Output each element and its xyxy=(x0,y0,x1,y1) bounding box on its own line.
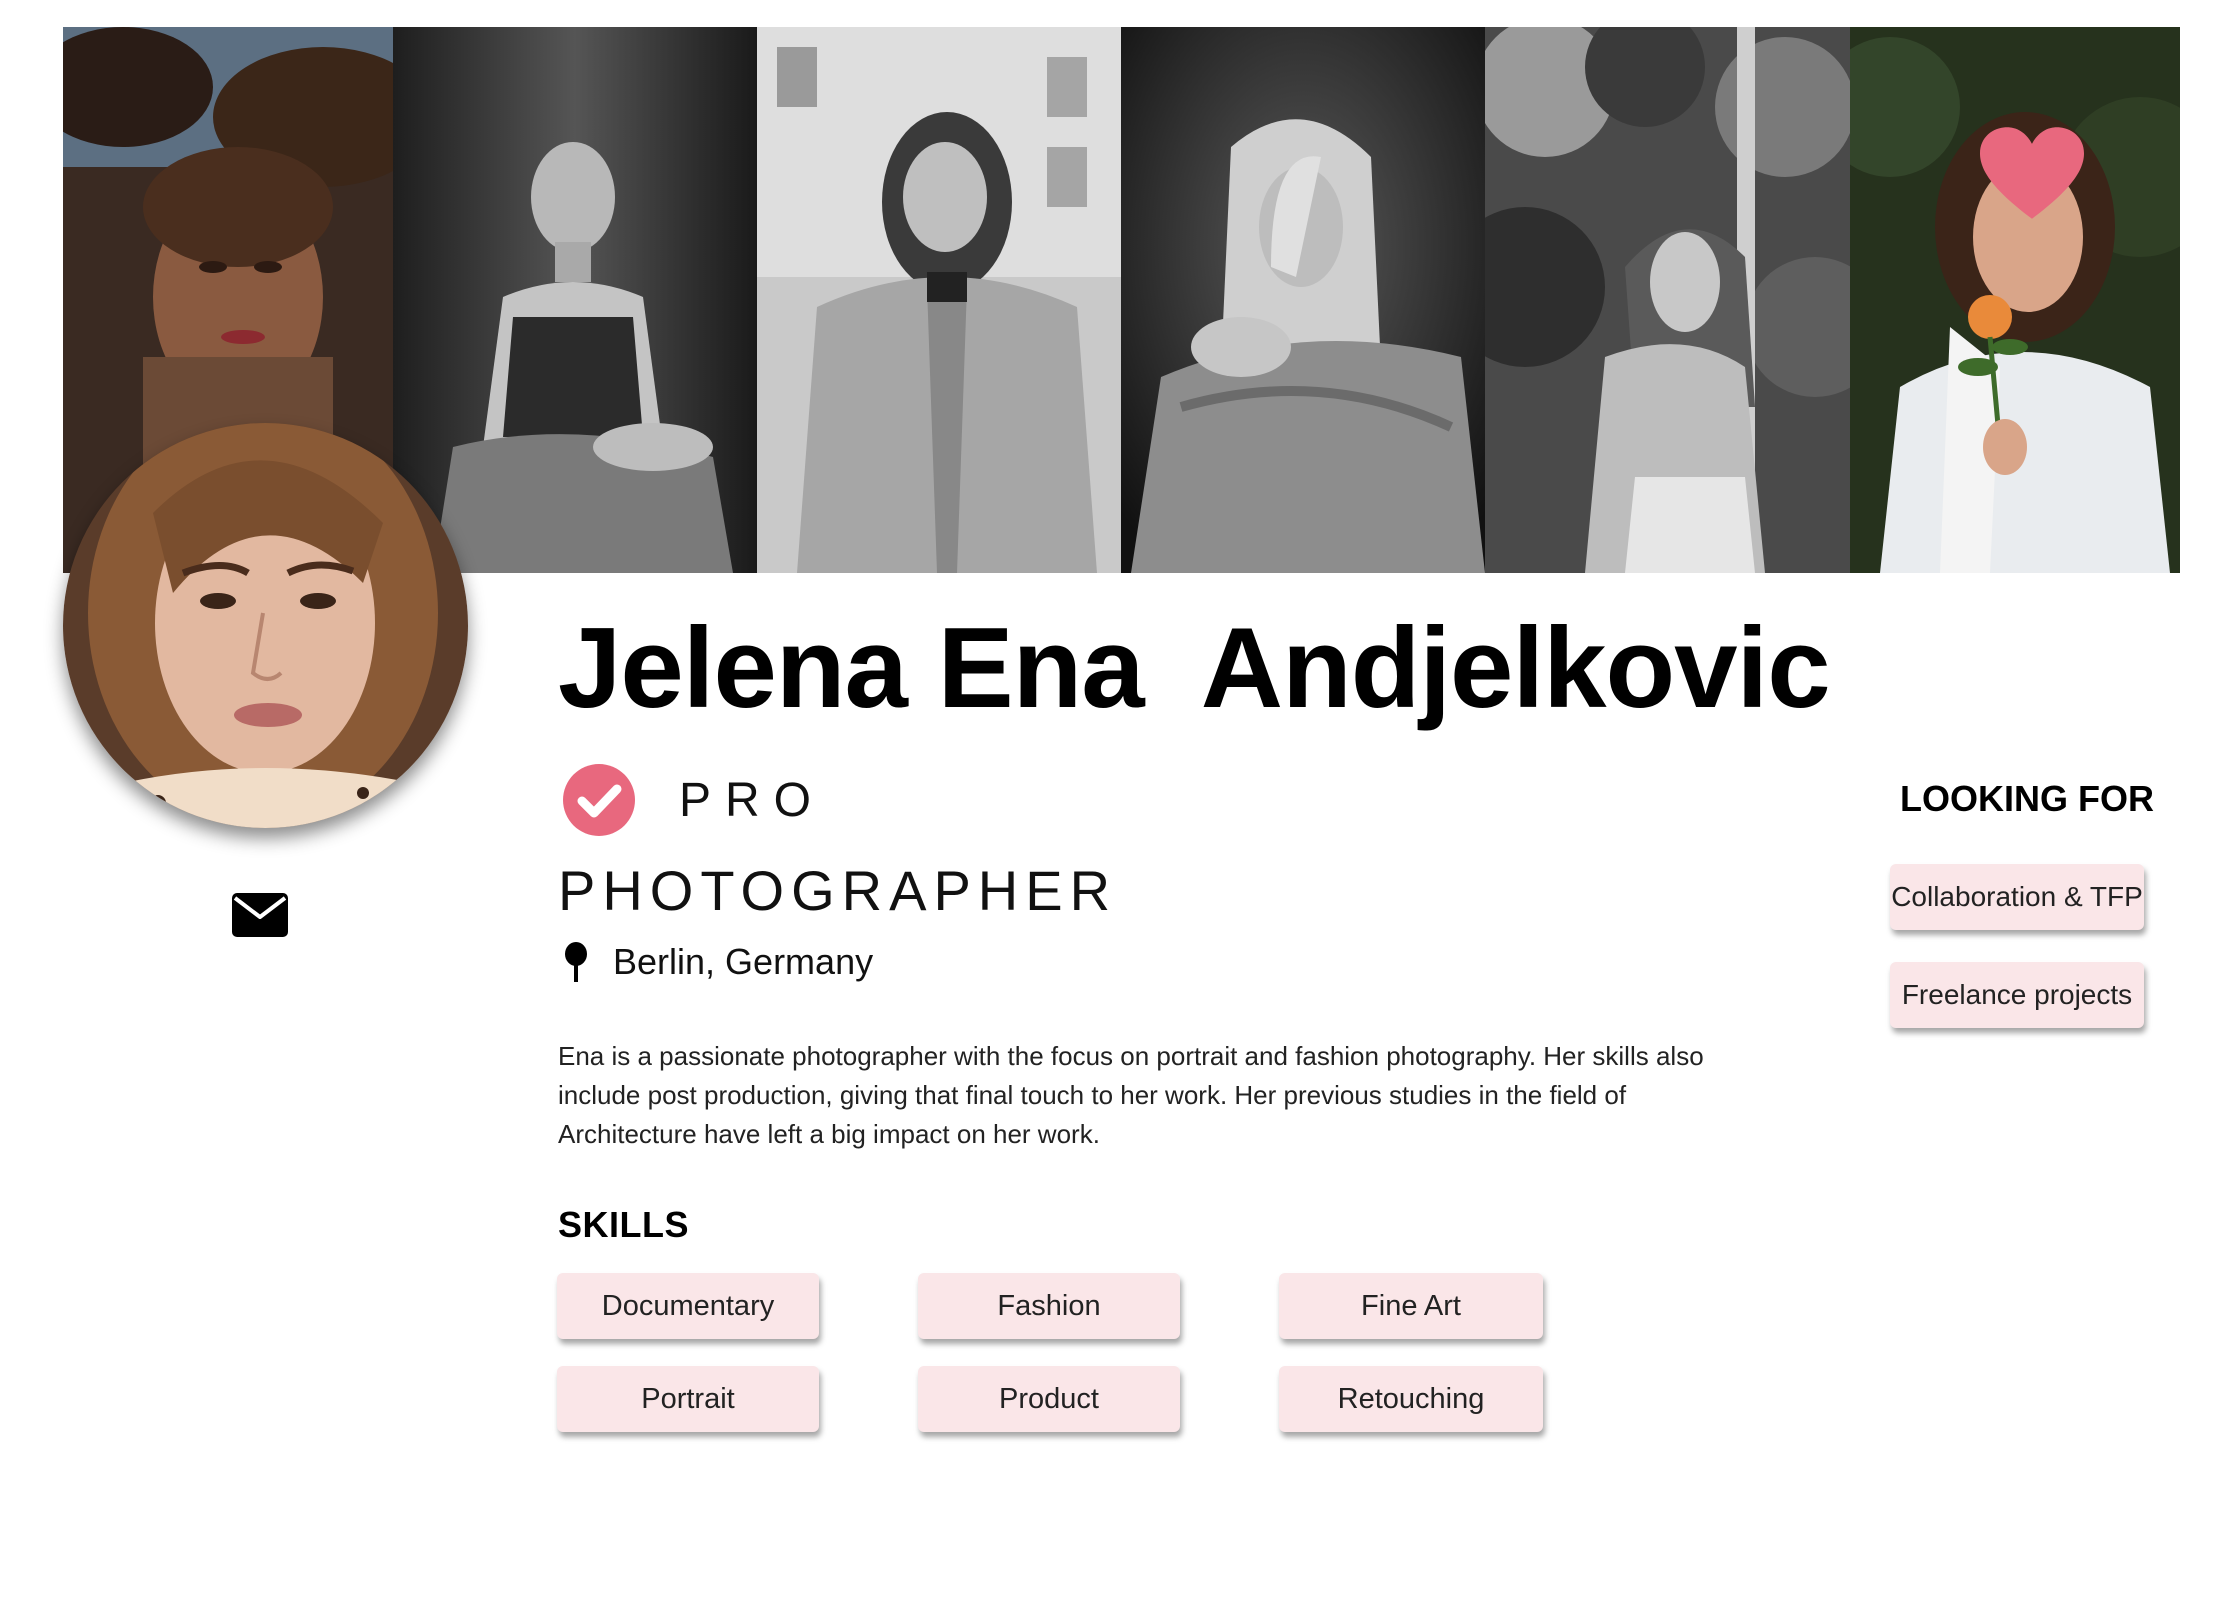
skill-chip-fashion[interactable]: Fashion xyxy=(918,1273,1180,1339)
skill-chip-portrait[interactable]: Portrait xyxy=(557,1366,819,1432)
banner-photo-2[interactable] xyxy=(393,27,757,573)
looking-chip-collaboration[interactable]: Collaboration & TFP xyxy=(1890,864,2144,930)
profile-name: Jelena Ena Andjelkovic xyxy=(558,605,1831,732)
profile-role: PHOTOGRAPHER xyxy=(558,859,1118,922)
skills-heading: SKILLS xyxy=(558,1204,690,1245)
banner-photo-5[interactable] xyxy=(1485,27,1850,573)
skill-chip-retouching[interactable]: Retouching xyxy=(1279,1366,1543,1432)
profile-avatar[interactable] xyxy=(63,423,468,828)
banner-photo-3[interactable] xyxy=(757,27,1121,573)
envelope-icon xyxy=(232,893,288,937)
pro-badge: PRO xyxy=(563,764,825,836)
check-circle-icon xyxy=(563,764,635,836)
pro-label: PRO xyxy=(679,773,826,827)
map-pin-icon xyxy=(565,942,587,982)
message-button[interactable] xyxy=(232,893,288,937)
looking-for-heading: LOOKING FOR xyxy=(1900,778,2154,819)
banner-photo-6[interactable] xyxy=(1850,27,2180,573)
location-text: Berlin, Germany xyxy=(613,941,874,982)
skill-chip-fine-art[interactable]: Fine Art xyxy=(1279,1273,1543,1339)
profile-bio: Ena is a passionate photographer with th… xyxy=(558,1041,1704,1149)
profile-location: Berlin, Germany xyxy=(563,941,873,983)
heart-icon[interactable] xyxy=(1980,127,2084,221)
skill-chip-product[interactable]: Product xyxy=(918,1366,1180,1432)
banner-photo-4[interactable] xyxy=(1121,27,1485,573)
skill-chip-documentary[interactable]: Documentary xyxy=(557,1273,819,1339)
looking-chip-freelance[interactable]: Freelance projects xyxy=(1890,962,2144,1028)
